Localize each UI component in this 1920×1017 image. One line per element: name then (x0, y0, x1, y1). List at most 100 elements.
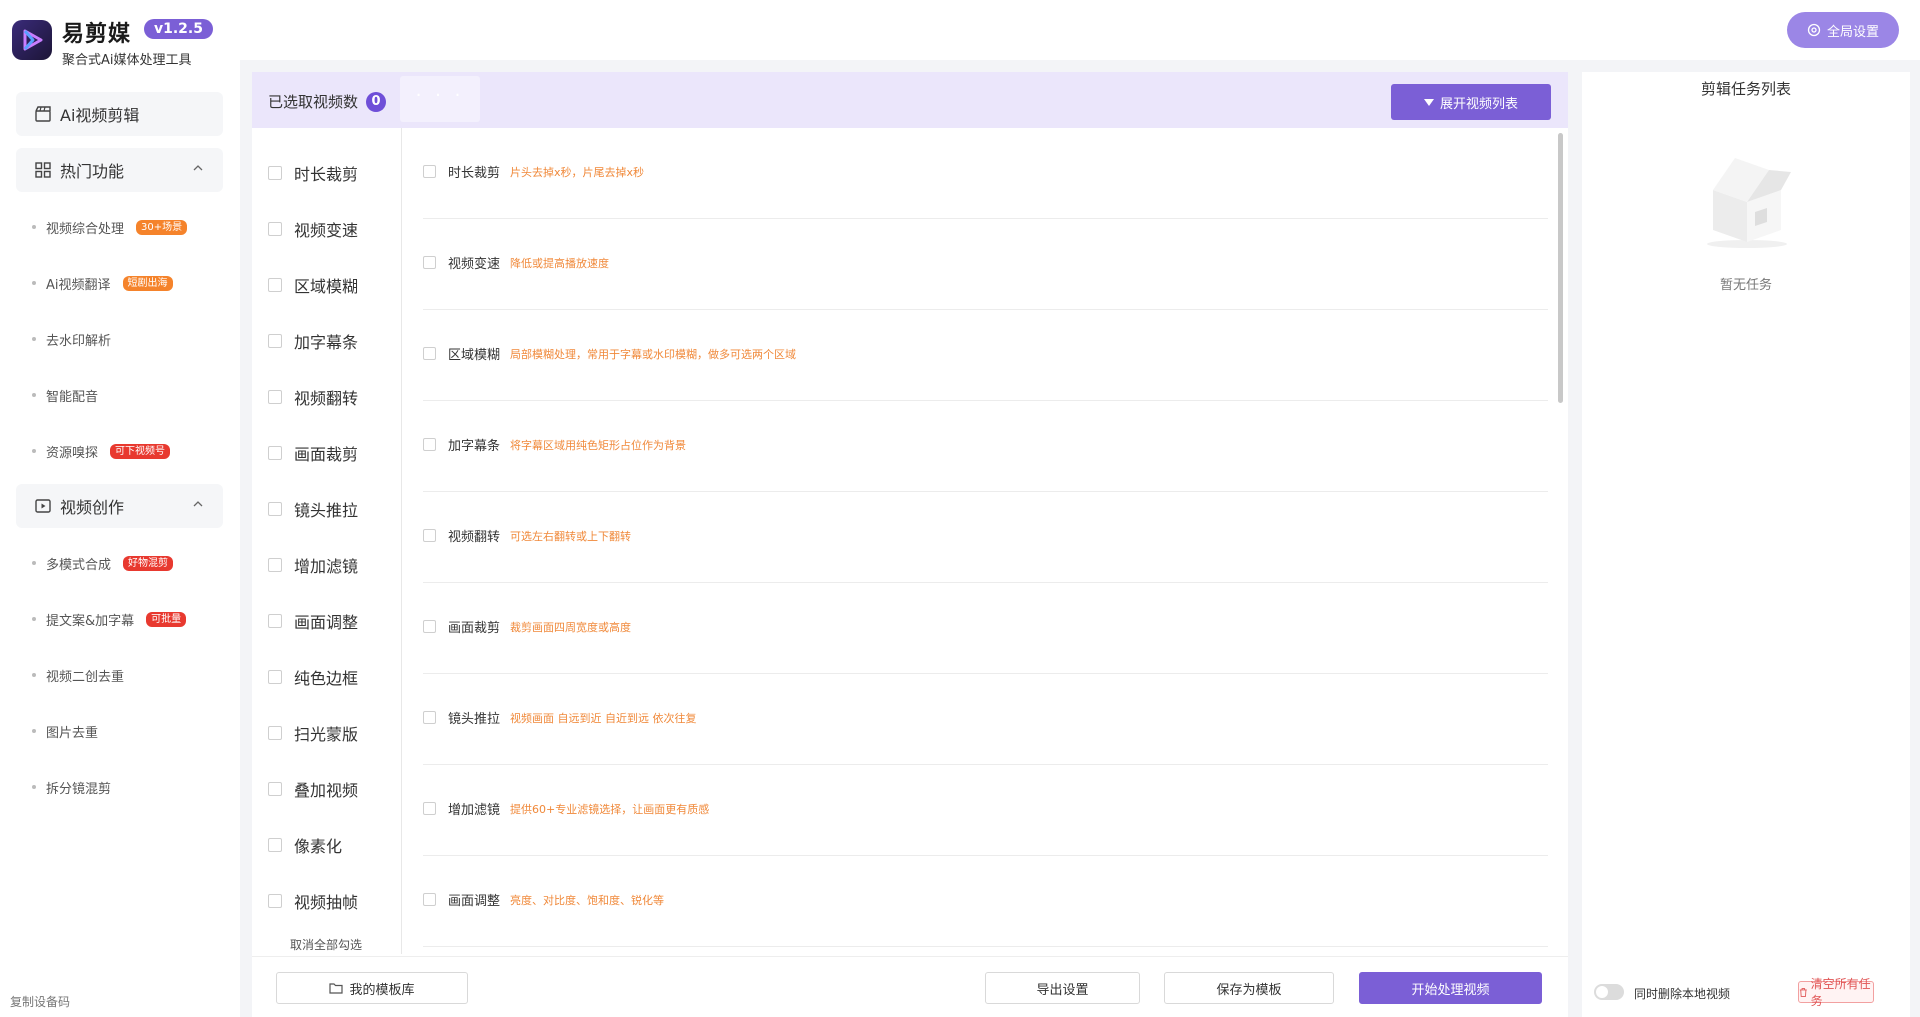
template-library-button[interactable]: 我的模板库 (276, 972, 468, 1004)
divider (240, 60, 1920, 72)
checkbox[interactable] (423, 165, 436, 178)
checkbox[interactable] (423, 893, 436, 906)
sidebar-item-multi-compose[interactable]: 多模式合成 好物混剪 (31, 554, 174, 573)
global-settings-label: 全局设置 (1826, 24, 1879, 40)
copy-device-link[interactable]: 复制设备码 (10, 993, 70, 1010)
feature-details: 时长裁剪 片头去掉x秒，片尾去掉x秒 视频变速 降低或提高播放速度 区域模糊 局部模糊… (403, 128, 1555, 954)
sidebar-item-label: 多模式合成 (46, 558, 112, 573)
feature-checkbox-filter[interactable]: 增加滤镜 (268, 553, 358, 577)
detail-row: 视频翻转 可选左右翻转或上下翻转 (423, 492, 1548, 583)
feature-checkbox-pixelate[interactable]: 像素化 (268, 833, 342, 857)
detail-row: 区域模糊 局部模糊处理，常用于字幕或水印模糊，做多可选两个区域 (423, 310, 1548, 401)
checkbox[interactable] (423, 802, 436, 815)
chevron-up-icon (193, 165, 203, 171)
checkbox[interactable] (268, 894, 282, 908)
checkbox[interactable] (423, 529, 436, 542)
feature-checkbox-subtitle-bar[interactable]: 加字幕条 (268, 329, 358, 353)
checkbox[interactable] (268, 166, 282, 180)
gear-icon (1807, 23, 1821, 37)
checkbox[interactable] (268, 334, 282, 348)
scrollbar[interactable] (1558, 133, 1563, 403)
checkbox[interactable] (268, 670, 282, 684)
checkbox[interactable] (268, 614, 282, 628)
cancel-all-link[interactable]: 取消全部勾选 (290, 936, 362, 953)
feature-checkbox-scan-mask[interactable]: 扫光蒙版 (268, 721, 358, 745)
checkbox[interactable] (268, 222, 282, 236)
checkbox[interactable] (423, 438, 436, 451)
checkbox[interactable] (268, 278, 282, 292)
sidebar-item-dedup-video[interactable]: 视频二创去重 (31, 666, 124, 685)
export-settings-button[interactable]: 导出设置 (985, 972, 1140, 1004)
video-create-icon (35, 499, 51, 513)
delete-local-toggle[interactable] (1594, 984, 1624, 1000)
feature-label: 扫光蒙版 (294, 725, 359, 744)
triangle-down-icon (1423, 98, 1434, 106)
detail-title: 画面调整 (448, 894, 501, 909)
feature-checkbox-blur[interactable]: 区域模糊 (268, 273, 358, 297)
feature-label: 时长裁剪 (294, 165, 359, 184)
checkbox[interactable] (423, 711, 436, 724)
expand-button-label: 展开视频列表 (1439, 96, 1518, 112)
global-settings-button[interactable]: 全局设置 (1787, 12, 1899, 48)
detail-description: 提供60+专业滤镜选择，让画面更有质感 (510, 802, 710, 816)
checkbox[interactable] (268, 838, 282, 852)
start-processing-button[interactable]: 开始处理视频 (1359, 972, 1542, 1004)
video-thumbnail-placeholder: · · · (400, 76, 480, 122)
sidebar-item-subtitle[interactable]: 提文案&加字幕 可批量 (31, 610, 187, 629)
detail-title: 画面裁剪 (448, 621, 501, 636)
checkbox[interactable] (268, 726, 282, 740)
feature-checkbox-overlay[interactable]: 叠加视频 (268, 777, 358, 801)
sidebar-item-label: 提文案&加字幕 (46, 614, 135, 629)
sidebar-item-video-process[interactable]: 视频综合处理 30+场景 (31, 218, 188, 237)
feature-checkbox-duration[interactable]: 时长裁剪 (268, 161, 358, 185)
detail-description: 片头去掉x秒，片尾去掉x秒 (510, 165, 645, 179)
detail-title: 区域模糊 (448, 348, 501, 363)
feature-checkbox-flip[interactable]: 视频翻转 (268, 385, 358, 409)
sidebar-item-ai-translate[interactable]: Ai视频翻译 短剧出海 (32, 274, 173, 293)
feature-checkbox-frame-extract[interactable]: 视频抽帧 (268, 889, 358, 913)
badge-hot-1: 短剧出海 (122, 276, 173, 291)
feature-label: 视频抽帧 (294, 893, 359, 912)
sidebar-item-label: 图片去重 (46, 726, 99, 741)
checkbox[interactable] (268, 502, 282, 516)
template-library-label: 我的模板库 (349, 982, 415, 998)
nav-hot-section[interactable]: 热门功能 (16, 148, 223, 192)
selected-count-label: 已选取视频数 0 (268, 91, 387, 112)
save-template-button[interactable]: 保存为模板 (1164, 972, 1334, 1004)
checkbox[interactable] (423, 347, 436, 360)
detail-title: 视频变速 (448, 257, 501, 272)
task-panel-title: 剪辑任务列表 (1700, 80, 1791, 98)
feature-checkbox-adjust[interactable]: 画面调整 (268, 609, 358, 633)
badge-create-1: 可批量 (146, 612, 187, 627)
sidebar-item-watermark[interactable]: 去水印解析 (31, 330, 111, 349)
sidebar-item-dedup-image[interactable]: 图片去重 (31, 722, 99, 741)
divider (240, 60, 252, 1017)
feature-checkbox-crop[interactable]: 画面裁剪 (268, 441, 358, 465)
feature-label: 纯色边框 (294, 669, 359, 688)
detail-row: 镜头推拉 视频画面 自远到近 自近到远 依次往复 (423, 674, 1548, 765)
sidebar-item-sniffer[interactable]: 资源嗅探 可下视频号 (31, 442, 171, 461)
feature-checkbox-border[interactable]: 纯色边框 (268, 665, 358, 689)
nav-hot-label: 热门功能 (60, 162, 125, 181)
brand-name: 易剪媒 (62, 22, 132, 47)
clear-all-tasks-button[interactable]: 清空所有任务 (1798, 977, 1874, 1008)
nav-ai-edit[interactable]: Ai视频剪辑 (16, 92, 223, 136)
sidebar-item-split-mix[interactable]: 拆分镜混剪 (31, 778, 111, 797)
clapperboard-icon (35, 106, 51, 122)
badge-hot-0: 30+场景 (136, 220, 188, 235)
sidebar-item-dubbing[interactable]: 智能配音 (31, 386, 98, 405)
checkbox[interactable] (268, 558, 282, 572)
feature-checkbox-speed[interactable]: 视频变速 (268, 217, 358, 241)
nav-create-section[interactable]: 视频创作 (16, 484, 223, 528)
expand-video-list-button[interactable]: 展开视频列表 (1391, 84, 1551, 120)
checkbox[interactable] (423, 256, 436, 269)
detail-description: 裁剪画面四周宽度或高度 (510, 620, 632, 634)
checkbox[interactable] (268, 390, 282, 404)
checkbox[interactable] (268, 782, 282, 796)
checkbox[interactable] (268, 446, 282, 460)
folder-icon (329, 983, 344, 994)
sidebar-item-label: 资源嗅探 (46, 446, 99, 461)
checkbox[interactable] (423, 620, 436, 633)
selected-count-badge: 0 (366, 91, 387, 112)
feature-checkbox-zoom[interactable]: 镜头推拉 (268, 497, 358, 521)
